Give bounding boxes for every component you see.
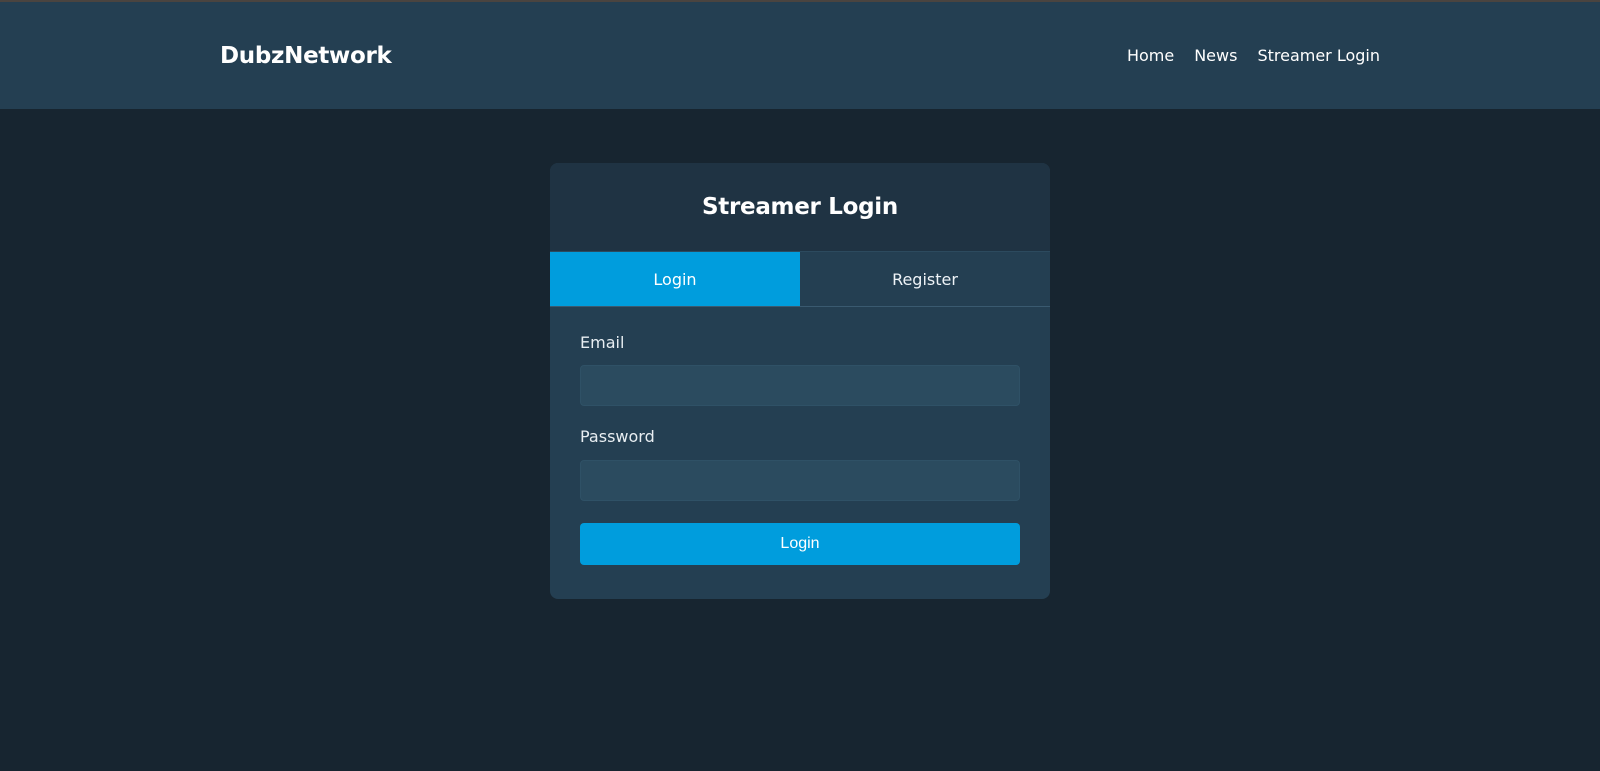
email-label: Email xyxy=(580,333,625,352)
navbar: DubzNetwork Home News Streamer Login xyxy=(0,2,1600,109)
nav-links: Home News Streamer Login xyxy=(1127,45,1380,67)
nav-link-streamer-login[interactable]: Streamer Login xyxy=(1257,45,1380,67)
email-field[interactable] xyxy=(580,365,1020,406)
login-button[interactable]: Login xyxy=(580,523,1020,565)
nav-link-news[interactable]: News xyxy=(1194,45,1237,67)
brand-logo[interactable]: DubzNetwork xyxy=(220,40,392,72)
nav-link-home[interactable]: Home xyxy=(1127,45,1174,67)
card-title: Streamer Login xyxy=(702,194,898,220)
auth-tabs: Login Register xyxy=(550,251,1050,307)
password-label: Password xyxy=(580,427,655,446)
tab-register[interactable]: Register xyxy=(800,252,1050,306)
password-field[interactable] xyxy=(580,460,1020,501)
tab-login[interactable]: Login xyxy=(550,252,800,306)
login-card: Streamer Login Login Register Email Pass… xyxy=(550,163,1050,599)
card-header: Streamer Login xyxy=(550,163,1050,251)
